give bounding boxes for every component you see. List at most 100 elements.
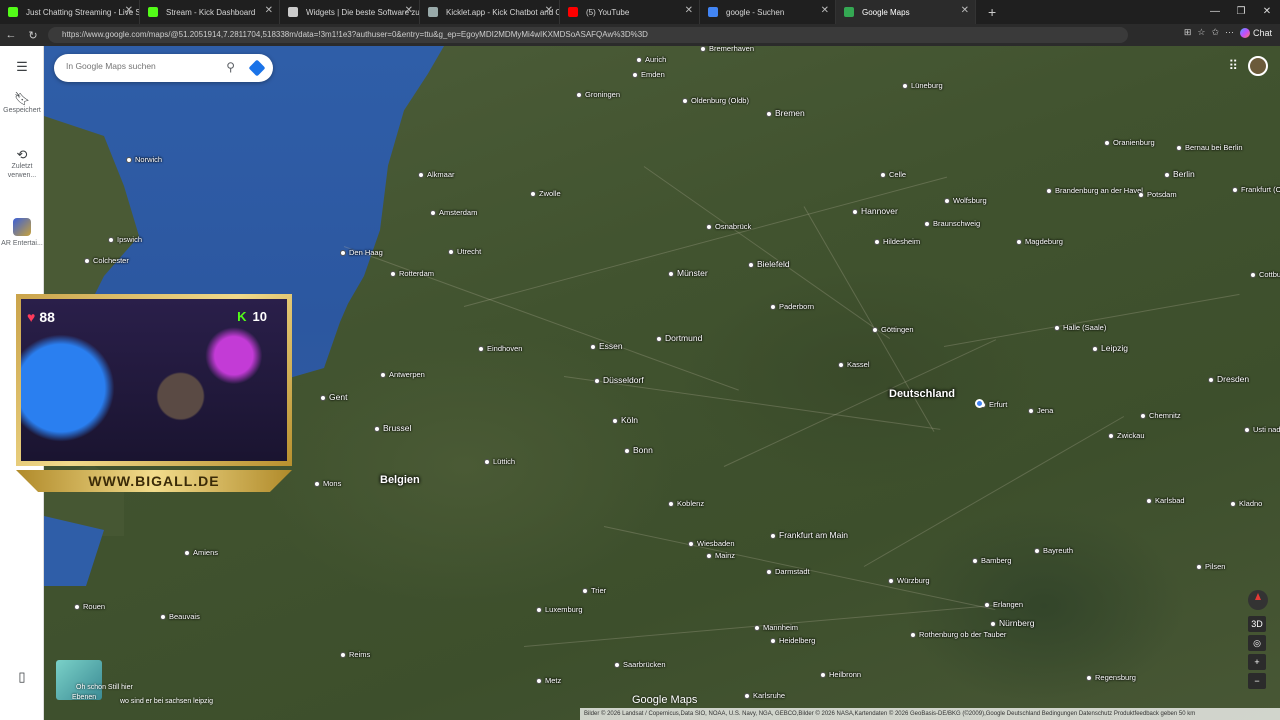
- city-label[interactable]: Darmstadt: [766, 567, 810, 576]
- city-label[interactable]: Celle: [880, 170, 906, 179]
- my-location-icon[interactable]: ◎: [1248, 635, 1266, 651]
- city-label[interactable]: Rouen: [74, 602, 105, 611]
- city-label[interactable]: Eindhoven: [478, 344, 522, 353]
- city-label[interactable]: Metz: [536, 676, 561, 685]
- city-label[interactable]: Magdeburg: [1016, 237, 1063, 246]
- copilot-chat-button[interactable]: Chat: [1239, 27, 1272, 38]
- city-label[interactable]: Amiens: [184, 548, 218, 557]
- close-tab-icon[interactable]: ✕: [961, 5, 969, 16]
- city-label[interactable]: Zwolle: [530, 189, 561, 198]
- city-label[interactable]: Würzburg: [888, 576, 930, 585]
- city-label[interactable]: Kassel: [838, 360, 870, 369]
- city-label[interactable]: Utrecht: [448, 247, 481, 256]
- city-label[interactable]: Potsdam: [1138, 190, 1177, 199]
- city-label[interactable]: Karlsbad: [1146, 496, 1185, 505]
- city-label[interactable]: Lüneburg: [902, 81, 943, 90]
- city-label[interactable]: Wolfsburg: [944, 196, 987, 205]
- city-label[interactable]: Den Haag: [340, 248, 383, 257]
- city-label[interactable]: Frankfurt (Oder): [1232, 185, 1280, 194]
- browser-tab[interactable]: (5) YouTube ✕: [560, 0, 700, 24]
- city-label[interactable]: Dresden: [1208, 374, 1249, 384]
- city-label[interactable]: Norwich: [126, 155, 162, 164]
- city-label[interactable]: Heidelberg: [770, 636, 815, 645]
- close-tab-icon[interactable]: ✕: [405, 5, 413, 16]
- city-label[interactable]: Bonn: [624, 445, 653, 455]
- city-label[interactable]: Gent: [320, 392, 347, 402]
- city-label[interactable]: Beauvais: [160, 612, 200, 621]
- city-label[interactable]: Bremen: [766, 108, 805, 118]
- menu-button[interactable]: ☰: [0, 60, 44, 74]
- back-button[interactable]: ←: [0, 29, 22, 41]
- reload-button[interactable]: ↻: [22, 29, 44, 42]
- city-label[interactable]: Braunschweig: [924, 219, 980, 228]
- city-label[interactable]: Brandenburg an der Havel: [1046, 186, 1143, 195]
- city-label[interactable]: Göttingen: [872, 325, 914, 334]
- city-label[interactable]: Brussel: [374, 423, 411, 433]
- city-label[interactable]: Essen: [590, 341, 623, 351]
- favorite-star-icon[interactable]: ☆: [1197, 27, 1205, 38]
- city-label[interactable]: Usti nad Labem: [1244, 425, 1280, 434]
- city-label[interactable]: Bayreuth: [1034, 546, 1073, 555]
- city-label[interactable]: Köln: [612, 415, 638, 425]
- city-label[interactable]: Groningen: [576, 90, 620, 99]
- city-label[interactable]: Mainz: [706, 551, 735, 560]
- apps-grid-icon[interactable]: ⠿: [1228, 58, 1238, 74]
- city-label[interactable]: Jena: [1028, 406, 1053, 415]
- city-label[interactable]: Pilsen: [1196, 562, 1225, 571]
- city-label[interactable]: Paderborn: [770, 302, 814, 311]
- new-tab-button[interactable]: +: [988, 4, 996, 20]
- browser-tab[interactable]: Kicklet.app - Kick Chatbot and Ov ✕: [420, 0, 560, 24]
- browser-tab[interactable]: google - Suchen ✕: [700, 0, 836, 24]
- close-window-button[interactable]: ✕: [1254, 0, 1280, 24]
- search-icon[interactable]: ⚲: [226, 60, 235, 74]
- close-tab-icon[interactable]: ✕: [685, 5, 693, 16]
- city-label[interactable]: Bielefeld: [748, 259, 790, 269]
- sidebar-item-app[interactable]: AR Entertai...: [0, 218, 44, 248]
- city-label[interactable]: Mannheim: [754, 623, 798, 632]
- city-label[interactable]: Frankfurt am Main: [770, 530, 848, 540]
- city-label[interactable]: Chemnitz: [1140, 411, 1181, 420]
- city-label[interactable]: Kladno: [1230, 499, 1262, 508]
- grid-view-icon[interactable]: ⊞: [1184, 27, 1192, 38]
- city-label[interactable]: Hildesheim: [874, 237, 920, 246]
- city-label[interactable]: Münster: [668, 268, 708, 278]
- search-input[interactable]: [66, 61, 216, 71]
- city-label[interactable]: Zwickau: [1108, 431, 1145, 440]
- city-label[interactable]: Heilbronn: [820, 670, 861, 679]
- city-label[interactable]: Oranienburg: [1104, 138, 1155, 147]
- city-label[interactable]: Hannover: [852, 206, 898, 216]
- close-tab-icon[interactable]: ✕: [821, 5, 829, 16]
- city-label[interactable]: Osnabrück: [706, 222, 751, 231]
- compass-icon[interactable]: [1248, 590, 1268, 610]
- sidebar-item-recent[interactable]: ⟲ Zuletzt verwen...: [0, 148, 44, 180]
- city-label[interactable]: Colchester: [84, 256, 129, 265]
- city-label[interactable]: Düsseldorf: [594, 375, 644, 385]
- city-label[interactable]: Mons: [314, 479, 341, 488]
- browser-tab[interactable]: Stream - Kick Dashboard ✕: [140, 0, 280, 24]
- avatar[interactable]: [1248, 56, 1268, 76]
- browser-tab[interactable]: Google Maps ✕: [836, 0, 976, 24]
- close-tab-icon[interactable]: ✕: [125, 5, 133, 16]
- zoom-in-button[interactable]: +: [1248, 654, 1266, 670]
- close-tab-icon[interactable]: ✕: [545, 5, 553, 16]
- directions-icon[interactable]: [248, 59, 266, 77]
- city-label[interactable]: Lüttich: [484, 457, 515, 466]
- city-label[interactable]: Trier: [582, 586, 606, 595]
- city-label[interactable]: Erlangen: [984, 600, 1023, 609]
- city-label[interactable]: Bremerhaven: [700, 44, 754, 53]
- zoom-out-button[interactable]: −: [1248, 673, 1266, 689]
- city-label[interactable]: Ipswich: [108, 235, 142, 244]
- favorites-icon[interactable]: ✩: [1211, 27, 1219, 38]
- city-label[interactable]: Luxemburg: [536, 605, 583, 614]
- city-label[interactable]: Koblenz: [668, 499, 704, 508]
- city-label[interactable]: Bamberg: [972, 556, 1011, 565]
- city-label[interactable]: Erfurt: [980, 400, 1007, 409]
- city-label[interactable]: Nürnberg: [990, 618, 1034, 628]
- city-label[interactable]: Alkmaar: [418, 170, 455, 179]
- city-label[interactable]: Berlin: [1164, 169, 1195, 179]
- maximize-button[interactable]: ❐: [1228, 0, 1254, 24]
- location-marker[interactable]: [975, 399, 984, 408]
- city-label[interactable]: Saarbrücken: [614, 660, 666, 669]
- menu-dots-icon[interactable]: ⋯: [1225, 27, 1234, 38]
- city-label[interactable]: Wiesbaden: [688, 539, 735, 548]
